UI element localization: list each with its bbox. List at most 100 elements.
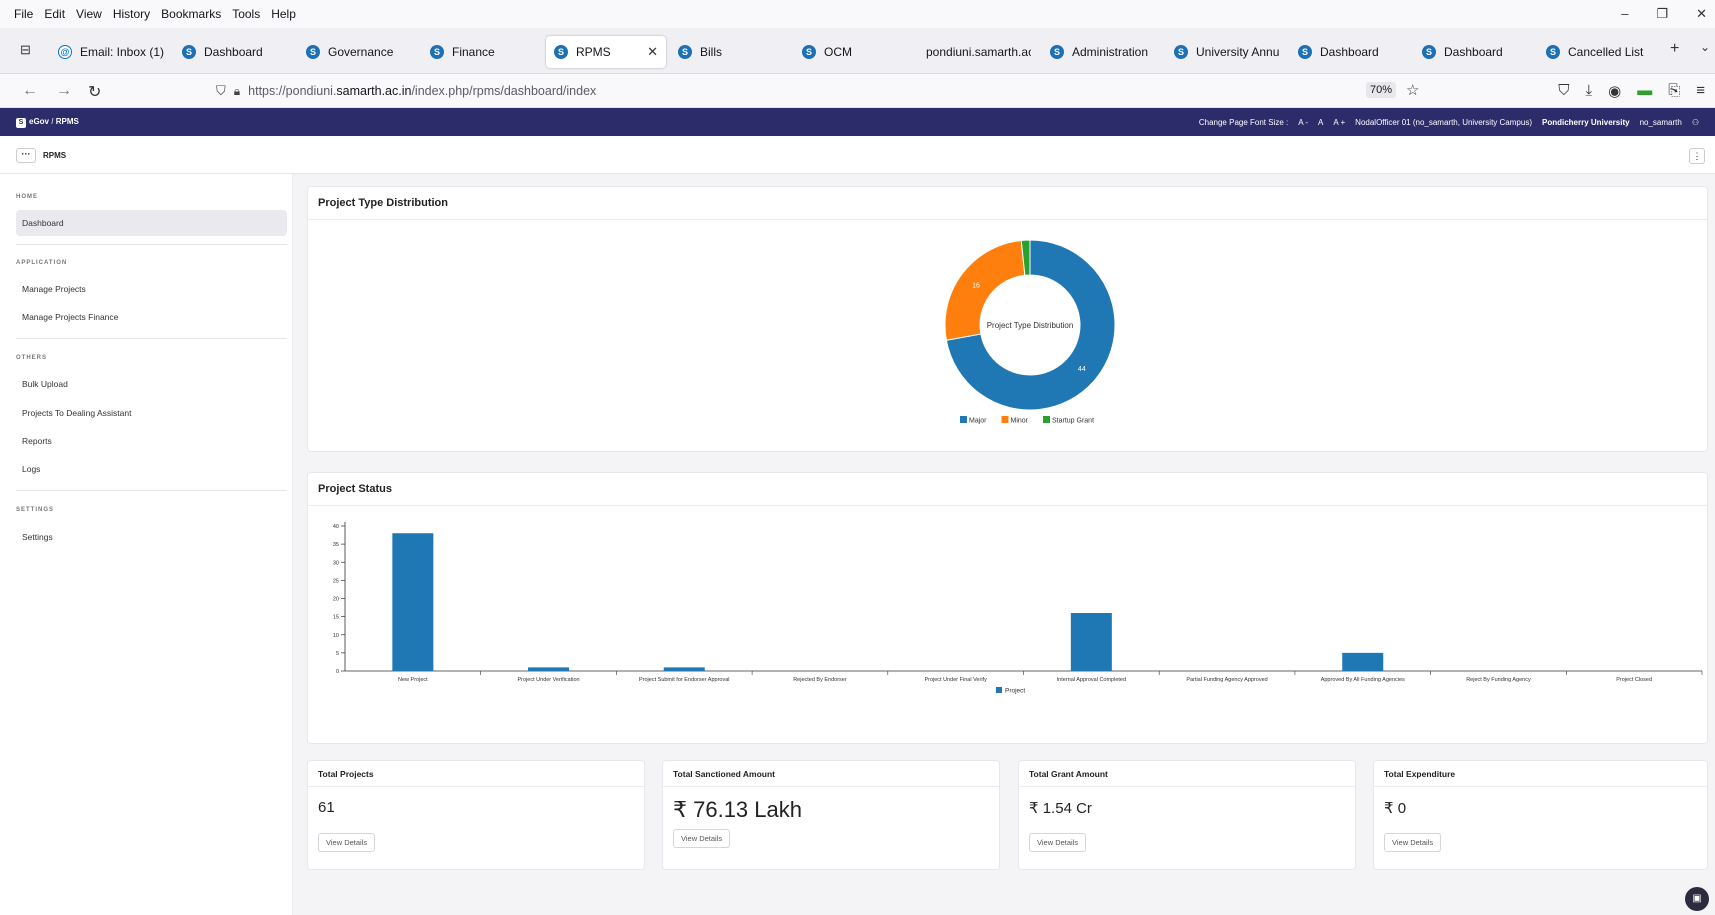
tab-governance[interactable]: S Governance <box>306 36 416 68</box>
app-header: SeGov / RPMS Change Page Font Size : A -… <box>0 108 1715 136</box>
sidebar-item-settings[interactable]: Settings <box>16 524 287 550</box>
y-tick-label: 5 <box>336 651 339 657</box>
stat-card-total-sanctioned: Total Sanctioned Amount ₹ 76.13 Lakh Vie… <box>662 760 1000 870</box>
x-tick-label: Reject By Funding Agency <box>1466 677 1531 683</box>
legend-swatch <box>1043 416 1050 423</box>
stat-title: Total Sanctioned Amount <box>663 761 999 787</box>
sidebar-item-reports[interactable]: Reports <box>16 428 287 454</box>
font-increase[interactable]: A + <box>1333 118 1345 127</box>
new-tab-icon[interactable]: + <box>1670 40 1679 58</box>
stat-value: ₹ 0 <box>1384 800 1407 817</box>
tab-list-icon[interactable]: ⌄ <box>1700 40 1710 54</box>
sidebar-item-projects-to-dealing-assistant[interactable]: Projects To Dealing Assistant <box>16 400 287 426</box>
sidebar-item-bulk-upload[interactable]: Bulk Upload <box>16 371 287 397</box>
samarth-icon: S <box>802 45 816 59</box>
tab-pondiuni[interactable]: pondiuni.samarth.ac.i <box>926 36 1031 68</box>
tab-dashboard-3[interactable]: S Dashboard <box>1422 36 1532 68</box>
account-icon[interactable]: ◉ <box>1608 82 1621 100</box>
more-options-icon[interactable]: ⋮ <box>1689 148 1705 164</box>
view-details-button[interactable]: View Details <box>673 829 731 848</box>
view-details-button[interactable]: View Details <box>1029 833 1087 852</box>
x-tick-label: Project Under Final Verify <box>924 677 987 683</box>
menu-help[interactable]: Help <box>271 7 296 21</box>
font-normal[interactable]: A <box>1318 118 1323 127</box>
font-decrease[interactable]: A - <box>1298 118 1308 127</box>
samarth-logo-icon: S <box>16 118 26 128</box>
brand[interactable]: SeGov / RPMS <box>16 117 79 128</box>
close-window-icon[interactable]: ✕ <box>1696 6 1707 22</box>
y-tick-label: 10 <box>333 633 339 639</box>
user-role[interactable]: NodalOfficer 01 (no_samarth, University … <box>1355 118 1532 127</box>
sidebar-item-manage-projects-finance[interactable]: Manage Projects Finance <box>16 304 287 330</box>
x-tick-label: Internal Approval Completed <box>1057 677 1126 683</box>
legend-label[interactable]: Project <box>1005 688 1025 695</box>
bar-project-under-verification[interactable] <box>528 667 570 671</box>
reload-icon[interactable]: ↻ <box>88 82 101 102</box>
view-details-button[interactable]: View Details <box>1384 833 1442 852</box>
download-icon[interactable]: ⤓ <box>1585 82 1592 100</box>
mail-icon: @ <box>58 45 72 59</box>
chat-widget-icon[interactable]: ▣ <box>1685 887 1709 911</box>
menu-bar: File Edit View History Bookmarks Tools H… <box>0 0 1715 28</box>
zoom-level[interactable]: 70% <box>1366 82 1397 98</box>
menu-edit[interactable]: Edit <box>44 7 65 21</box>
shield-icon: ⛉ <box>216 83 226 98</box>
legend-label[interactable]: Startup Grant <box>1052 418 1094 425</box>
user-icon[interactable]: ⚇ <box>1692 118 1699 127</box>
bar-approved-by-all-funding-agencies[interactable] <box>1342 652 1384 671</box>
tab-dashboard[interactable]: S Dashboard <box>182 36 292 68</box>
tab-cancelled-list[interactable]: S Cancelled List <box>1546 36 1656 68</box>
username[interactable]: no_samarth <box>1640 118 1682 127</box>
menu-history[interactable]: History <box>113 7 150 21</box>
hamburger-menu-icon[interactable]: ≡ <box>1696 82 1705 100</box>
extension-icon[interactable]: ▬ <box>1637 82 1652 100</box>
menu-tools[interactable]: Tools <box>232 7 260 21</box>
url-bar[interactable]: ⛉ 🔒︎ https://pondiuni. samarth.ac.in/inde… <box>216 78 1436 104</box>
tab-university-annual[interactable]: SUniversity Annual <box>1174 36 1279 68</box>
back-icon[interactable]: ← <box>22 82 38 100</box>
bar-internal-approval-completed[interactable] <box>1070 613 1112 671</box>
sidebar-item-manage-projects[interactable]: Manage Projects <box>16 276 287 302</box>
menu-bookmarks[interactable]: Bookmarks <box>161 7 221 21</box>
legend-swatch <box>960 416 967 423</box>
bar-new-project[interactable] <box>392 533 434 671</box>
sidebar-section-others: OTHERS <box>16 355 48 361</box>
url-prefix: https://pondiuni. <box>248 84 337 98</box>
x-tick-label: Project Closed <box>1616 677 1652 683</box>
tab-finance[interactable]: S Finance <box>430 36 540 68</box>
main-content: Project Type Distribution 44 16 Project Ty… <box>293 174 1715 915</box>
forward-icon[interactable]: → <box>56 82 72 100</box>
tab-rpms[interactable]: S RPMS ✕ <box>546 36 666 68</box>
share-icon[interactable]: ⎘ <box>1668 82 1680 100</box>
sidebar-item-logs[interactable]: Logs <box>16 456 287 482</box>
stat-title: Total Projects <box>308 761 644 787</box>
university-name[interactable]: Pondicherry University <box>1542 118 1630 127</box>
legend-label[interactable]: Major <box>969 418 987 425</box>
tab-ocm[interactable]: S OCM <box>802 36 912 68</box>
pocket-icon[interactable]: ⛉ <box>1558 82 1569 100</box>
bar-project-submit-for-endorser-approval[interactable] <box>663 667 705 671</box>
menu-view[interactable]: View <box>76 7 102 21</box>
restore-icon[interactable]: ❐ <box>1656 6 1668 22</box>
module-menu-button[interactable]: ··· <box>16 148 36 163</box>
project-status-card: Project Status 0 5 10 15 20 25 30 35 40 New Proje… <box>307 472 1708 744</box>
menu-file[interactable]: File <box>14 7 33 21</box>
close-tab-icon[interactable]: ✕ <box>647 44 658 60</box>
breadcrumb[interactable]: RPMS <box>56 117 79 126</box>
samarth-icon: S <box>306 45 320 59</box>
bookmark-star-icon[interactable]: ☆ <box>1406 81 1419 99</box>
sidebar-divider <box>16 244 287 245</box>
tab-administration[interactable]: S Administration <box>1050 36 1160 68</box>
samarth-icon: S <box>182 45 196 59</box>
url-path: /index.php/rpms/dashboard/index <box>411 84 597 98</box>
minimize-icon[interactable]: – <box>1621 6 1628 22</box>
stat-card-total-expenditure: Total Expenditure ₹ 0 View Details <box>1373 760 1708 870</box>
tab-dashboard-2[interactable]: S Dashboard <box>1298 36 1408 68</box>
tab-email[interactable]: @ Email: Inbox (1) <box>58 36 173 68</box>
view-details-button[interactable]: View Details <box>318 833 376 852</box>
samarth-icon: S <box>554 45 568 59</box>
tab-bills[interactable]: S Bills <box>678 36 788 68</box>
legend-label[interactable]: Minor <box>1011 418 1029 425</box>
sidebar-item-dashboard[interactable]: Dashboard <box>16 210 287 236</box>
tab-overview-icon[interactable]: ⊟ <box>20 42 31 58</box>
